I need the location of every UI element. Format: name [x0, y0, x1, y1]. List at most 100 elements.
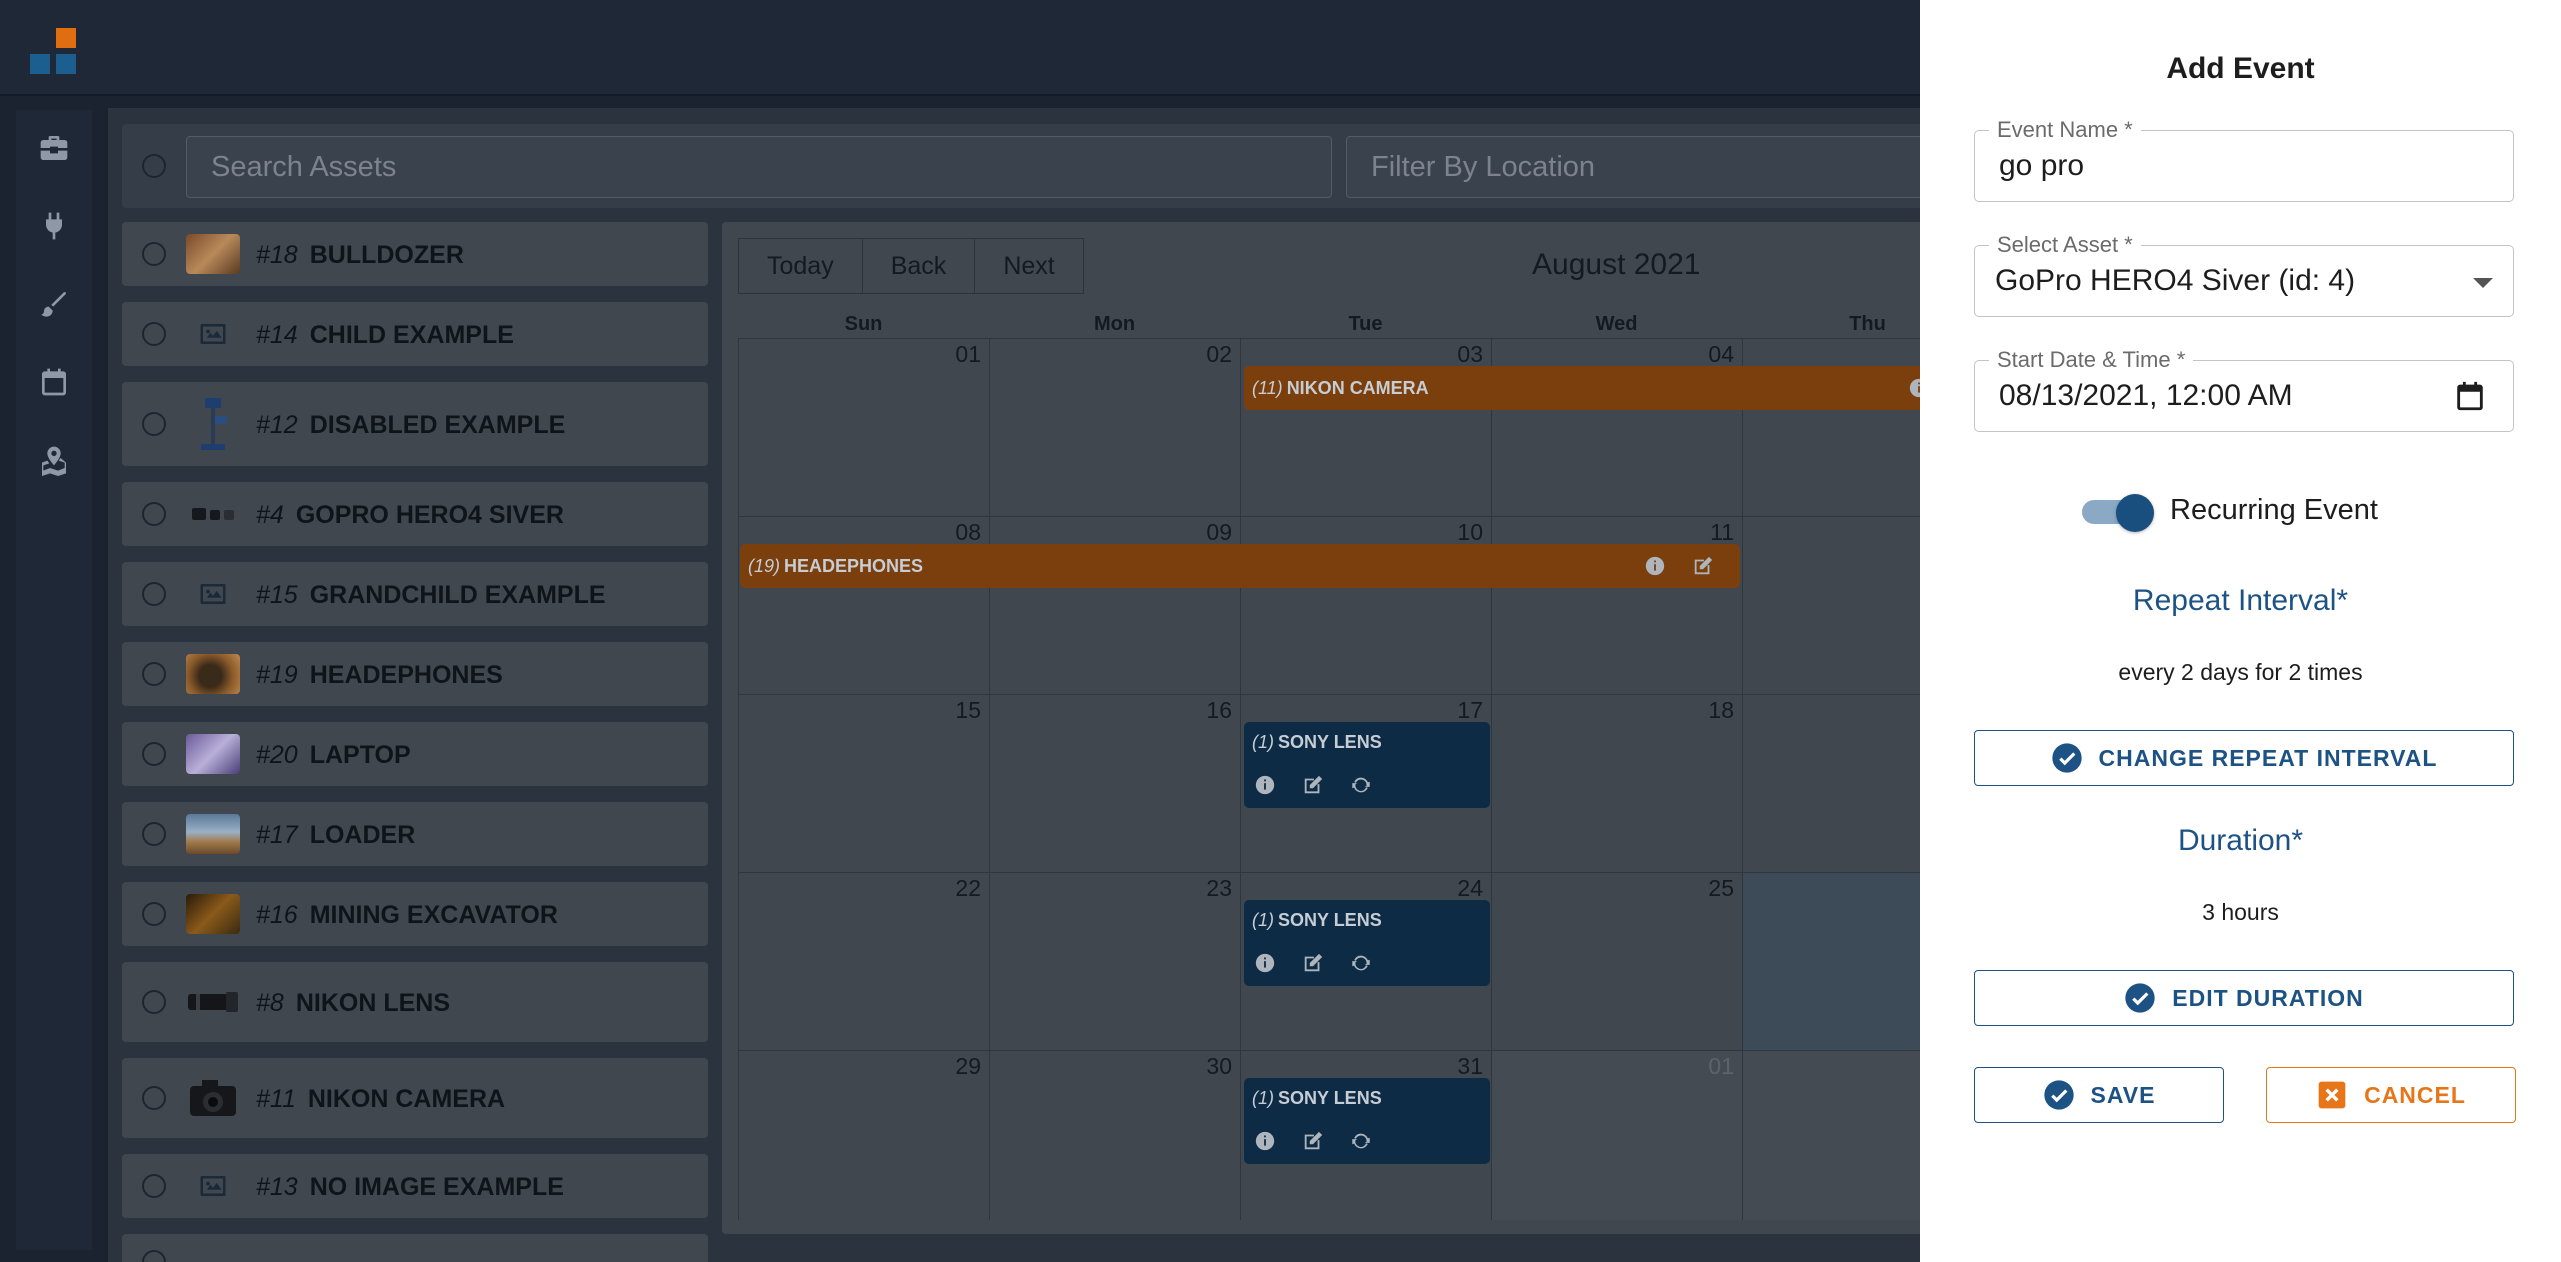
day-cell[interactable]: 16 [989, 694, 1240, 872]
day-cell[interactable]: 01 [738, 338, 989, 516]
repeat-interval-heading: Repeat Interval* [2132, 584, 2349, 617]
asset-radio[interactable] [142, 662, 166, 686]
info-icon[interactable] [1254, 952, 1276, 974]
save-button[interactable]: SAVE [1974, 1067, 2224, 1123]
search-input[interactable]: Search Assets [186, 136, 1332, 198]
next-button[interactable]: Next [975, 238, 1084, 294]
check-circle-icon [2125, 983, 2155, 1013]
change-repeat-interval-button[interactable]: CHANGE REPEAT INTERVAL [1974, 730, 2514, 786]
asset-radio[interactable] [142, 322, 166, 346]
day-cell[interactable]: 08 [738, 516, 989, 694]
asset-number: #4 [256, 501, 284, 529]
weekday-header: Sun Mon Tue Wed Thu [738, 310, 2022, 338]
day-cell[interactable]: 04 [1491, 338, 1742, 516]
asset-number: #12 [256, 411, 298, 439]
asset-radio[interactable] [142, 412, 166, 436]
asset-radio[interactable] [142, 1250, 166, 1262]
asset-item[interactable]: #16 MINING EXCAVATOR [122, 882, 708, 946]
asset-item[interactable]: #11 NIKON CAMERA [122, 1058, 708, 1138]
refresh-icon[interactable] [1350, 774, 1372, 796]
day-cell[interactable]: 09 [989, 516, 1240, 694]
refresh-icon[interactable] [1350, 1130, 1372, 1152]
cancel-button[interactable]: CANCEL [2266, 1067, 2516, 1123]
asset-radio[interactable] [142, 582, 166, 606]
today-button[interactable]: Today [738, 238, 863, 294]
asset-thumbnail [186, 982, 240, 1022]
map-location-icon[interactable] [38, 444, 70, 476]
day-number: 08 [955, 519, 981, 545]
event-name-label: Event Name * [1989, 117, 2141, 143]
event-nikon-camera[interactable]: (11) NIKON CAMERA [1244, 366, 2022, 410]
asset-item[interactable]: #19 HEADEPHONES [122, 642, 708, 706]
asset-radio[interactable] [142, 990, 166, 1014]
asset-radio[interactable] [142, 1086, 166, 1110]
app-logo[interactable] [30, 28, 80, 78]
asset-item[interactable]: #18 BULLDOZER [122, 222, 708, 286]
asset-item[interactable]: #17 LOADER [122, 802, 708, 866]
asset-radio[interactable] [142, 1174, 166, 1198]
edit-duration-button[interactable]: EDIT DURATION [1974, 970, 2514, 1026]
edit-icon[interactable] [1302, 1130, 1324, 1152]
asset-item[interactable] [122, 1234, 708, 1262]
event-sony-lens[interactable]: (1) SONY LENS [1244, 900, 1490, 986]
edit-icon[interactable] [1302, 952, 1324, 974]
asset-number: #17 [256, 821, 298, 849]
edit-icon[interactable] [1302, 774, 1324, 796]
recurring-label: Recurring Event [2170, 494, 2378, 526]
brush-icon[interactable] [38, 288, 70, 320]
day-cell[interactable]: 23 [989, 872, 1240, 1050]
info-icon[interactable] [1254, 774, 1276, 796]
info-icon[interactable] [1644, 555, 1666, 577]
asset-radio[interactable] [142, 822, 166, 846]
event-name-field[interactable]: Event Name * go pro [1974, 117, 2514, 202]
asset-name: GRANDCHILD EXAMPLE [309, 581, 606, 609]
event-headephones[interactable]: (19) HEADEPHONES [740, 544, 1740, 588]
event-sony-lens[interactable]: (1) SONY LENS [1244, 1078, 1490, 1164]
asset-name: BULLDOZER [309, 241, 464, 269]
day-cell[interactable]: 30 [989, 1050, 1240, 1220]
day-cell[interactable]: 10 [1240, 516, 1491, 694]
info-icon[interactable] [1254, 1130, 1276, 1152]
day-number: 01 [1708, 1053, 1734, 1079]
asset-radio[interactable] [142, 742, 166, 766]
day-cell[interactable]: 25 [1491, 872, 1742, 1050]
add-event-dialog: Add Event Event Name * go pro Select Ass… [1920, 0, 2561, 1262]
calendar-icon[interactable] [38, 366, 70, 398]
day-cell[interactable]: 29 [738, 1050, 989, 1220]
day-number: 18 [1708, 697, 1734, 723]
day-cell[interactable]: 11 [1491, 516, 1742, 694]
event-count: (11) [1252, 378, 1283, 398]
calendar-picker-icon[interactable] [2453, 379, 2487, 413]
weekday-label: Wed [1595, 313, 1638, 335]
day-cell[interactable]: 02 [989, 338, 1240, 516]
day-cell-off-month[interactable]: 01 [1491, 1050, 1742, 1220]
refresh-icon[interactable] [1350, 952, 1372, 974]
toolbox-icon[interactable] [38, 132, 70, 164]
asset-radio[interactable] [142, 502, 166, 526]
asset-item[interactable]: #12 DISABLED EXAMPLE [122, 382, 708, 466]
asset-item[interactable]: #14 CHILD EXAMPLE [122, 302, 708, 366]
edit-icon[interactable] [1692, 555, 1714, 577]
chevron-down-icon[interactable] [2473, 278, 2493, 288]
asset-thumbnail [186, 894, 240, 934]
day-cell[interactable]: 15 [738, 694, 989, 872]
asset-radio[interactable] [142, 242, 166, 266]
day-cell[interactable]: 22 [738, 872, 989, 1050]
recurring-toggle-knob[interactable] [2116, 494, 2154, 532]
asset-radio[interactable] [142, 902, 166, 926]
asset-name: DISABLED EXAMPLE [309, 411, 566, 439]
back-button[interactable]: Back [862, 238, 976, 294]
asset-item[interactable]: #8 NIKON LENS [122, 962, 708, 1042]
asset-item[interactable]: #4 GOPRO HERO4 SIVER [122, 482, 708, 546]
day-cell[interactable]: 03 [1240, 338, 1491, 516]
asset-item[interactable]: #20 LAPTOP [122, 722, 708, 786]
event-sony-lens[interactable]: (1) SONY LENS [1244, 722, 1490, 808]
start-datetime-field[interactable]: Start Date & Time * 08/13/2021, 12:00 AM [1974, 347, 2514, 432]
plug-icon[interactable] [38, 210, 70, 242]
select-all-radio[interactable] [142, 154, 166, 178]
asset-item[interactable]: #15 GRANDCHILD EXAMPLE [122, 562, 708, 626]
day-number: 23 [1206, 875, 1232, 901]
day-cell[interactable]: 18 [1491, 694, 1742, 872]
asset-item[interactable]: #13 NO IMAGE EXAMPLE [122, 1154, 708, 1218]
select-asset-field[interactable]: Select Asset * GoPro HERO4 Siver (id: 4) [1974, 232, 2514, 317]
